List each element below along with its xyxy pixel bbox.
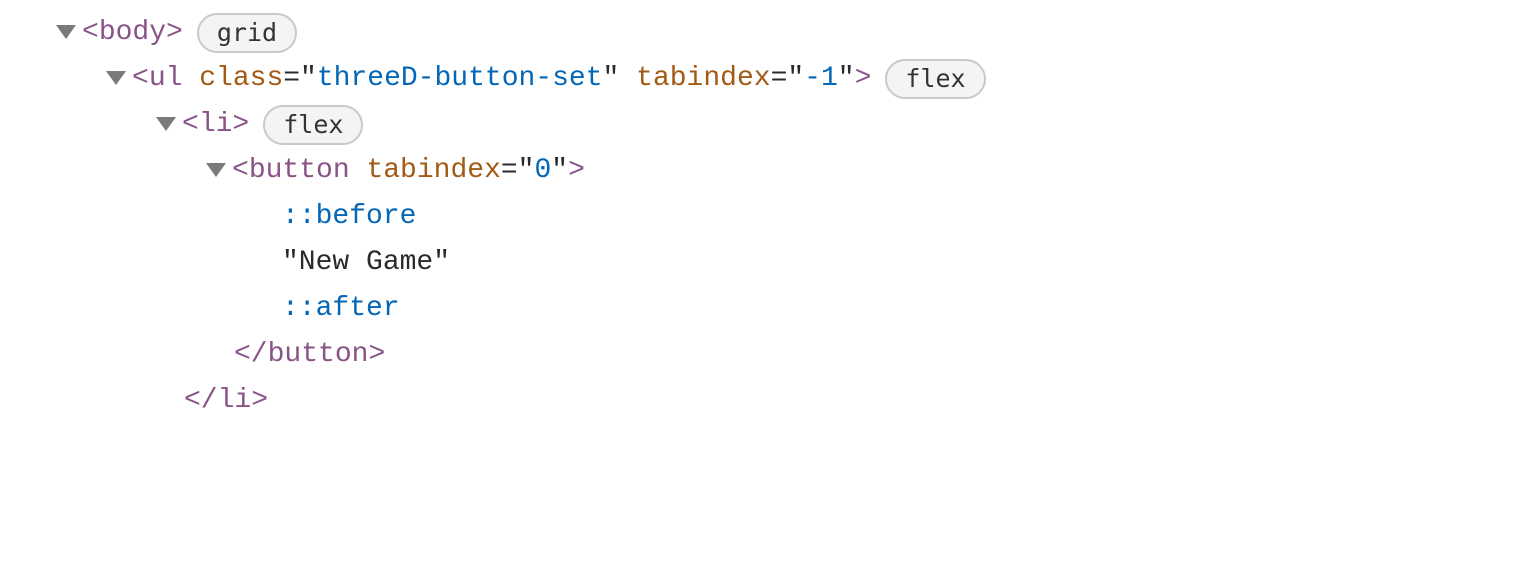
attr-value: threeD-button-set bbox=[317, 63, 603, 94]
dom-tree-row-button[interactable]: <button tabindex="0"> bbox=[20, 148, 1506, 194]
attr-name: tabindex bbox=[636, 63, 770, 94]
attr-name: class bbox=[199, 63, 283, 94]
tag-name: li bbox=[218, 385, 252, 416]
tag-name: button bbox=[268, 339, 369, 370]
tag-open: <body> bbox=[82, 12, 183, 54]
tag-open: <button tabindex="0"> bbox=[232, 150, 585, 192]
chevron-down-icon[interactable] bbox=[56, 25, 76, 39]
attr-name: tabindex bbox=[366, 155, 500, 186]
chevron-down-icon[interactable] bbox=[206, 163, 226, 177]
attr-value: 0 bbox=[534, 155, 551, 186]
tag-name: body bbox=[99, 17, 166, 48]
dom-tree-row-pseudo-after[interactable]: ::after bbox=[20, 286, 1506, 332]
pseudo-element: ::after bbox=[282, 288, 400, 330]
tag-open: <ul class="threeD-button-set" tabindex="… bbox=[132, 58, 871, 100]
dom-tree-row-pseudo-before[interactable]: ::before bbox=[20, 194, 1506, 240]
tag-name: ul bbox=[149, 63, 183, 94]
chevron-down-icon[interactable] bbox=[106, 71, 126, 85]
tag-name: li bbox=[199, 109, 233, 140]
tag-name: button bbox=[249, 155, 350, 186]
display-badge[interactable]: flex bbox=[263, 105, 363, 146]
dom-tree-row-text[interactable]: "New Game" bbox=[20, 240, 1506, 286]
tag-close: </li> bbox=[184, 380, 268, 422]
tag-open: <li> bbox=[182, 104, 249, 146]
text-node: "New Game" bbox=[282, 242, 450, 284]
dom-tree-row-ul[interactable]: <ul class="threeD-button-set" tabindex="… bbox=[20, 56, 1506, 102]
chevron-down-icon[interactable] bbox=[156, 117, 176, 131]
display-badge[interactable]: flex bbox=[885, 59, 985, 100]
dom-tree-row-button-close[interactable]: </button> bbox=[20, 332, 1506, 378]
display-badge[interactable]: grid bbox=[197, 13, 297, 54]
dom-tree-row-li-close[interactable]: </li> bbox=[20, 378, 1506, 424]
dom-tree-row-li[interactable]: <li> flex bbox=[20, 102, 1506, 148]
pseudo-element: ::before bbox=[282, 196, 416, 238]
dom-tree-row-body[interactable]: <body> grid bbox=[20, 10, 1506, 56]
attr-value: -1 bbox=[804, 63, 838, 94]
tag-close: </button> bbox=[234, 334, 385, 376]
